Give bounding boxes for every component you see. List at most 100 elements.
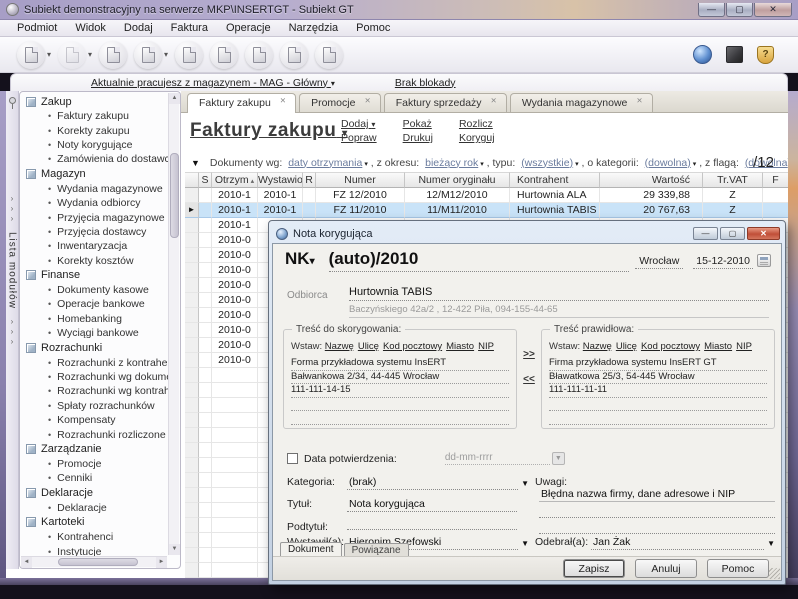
- correction-line[interactable]: 111-111-14-15: [291, 384, 509, 398]
- city-field[interactable]: Wrocław: [635, 255, 683, 269]
- column-header-numer[interactable]: Numer: [316, 172, 405, 188]
- chevron-down-icon[interactable]: ▾: [88, 50, 92, 59]
- pin-icon[interactable]: [9, 97, 16, 104]
- module-item-wyci-gi-bankowe[interactable]: •Wyciągi bankowe: [22, 326, 168, 340]
- module-item-faktury-zakupu[interactable]: •Faktury zakupu: [22, 109, 168, 123]
- dialog-title-bar[interactable]: Nota korygująca — ▢ ✕: [272, 224, 782, 243]
- uwagi-line[interactable]: [539, 522, 775, 534]
- module-item-rozrachunki-z-kontrahentami[interactable]: •Rozrachunki z kontrahentami: [22, 355, 168, 369]
- tab-faktury-sprzeda-y[interactable]: Faktury sprzedaży✕: [384, 93, 507, 112]
- column-header-r[interactable]: R: [303, 172, 316, 188]
- send-document-button[interactable]: [280, 41, 308, 69]
- edit-document-button[interactable]: [175, 41, 203, 69]
- action-koryguj[interactable]: Koryguj: [459, 132, 495, 144]
- anuluj-button[interactable]: Anuluj: [635, 559, 697, 578]
- date-field[interactable]: 15-12-2010: [693, 255, 753, 269]
- dialog-close-button[interactable]: ✕: [747, 227, 780, 240]
- calendar-button[interactable]: [757, 254, 771, 267]
- module-item-dokumenty-kasowe[interactable]: •Dokumenty kasowe: [22, 283, 168, 297]
- module-item-rozrachunki-rozliczone[interactable]: •Rozrachunki rozliczone: [22, 427, 168, 441]
- module-item-noty-koryguj-ce[interactable]: •Noty korygujące: [22, 138, 168, 152]
- module-item-operacje-bankowe[interactable]: •Operacje bankowe: [22, 297, 168, 311]
- insert-nazw[interactable]: Nazwę: [325, 341, 354, 352]
- scroll-left-icon[interactable]: ◄: [21, 557, 32, 568]
- tab-faktury-zakupu[interactable]: Faktury zakupu✕: [187, 93, 296, 113]
- module-zakup[interactable]: Zakup: [22, 94, 168, 109]
- menu-narz-dzia[interactable]: Narzędzia: [280, 21, 348, 35]
- confirm-date-checkbox[interactable]: [287, 453, 298, 464]
- column-header-kontrahent[interactable]: Kontrahent: [510, 172, 600, 188]
- menu-widok[interactable]: Widok: [66, 21, 115, 35]
- copy-left-button[interactable]: <<: [519, 374, 539, 385]
- column-header-s[interactable]: S: [199, 172, 212, 188]
- doc-type-dropdown[interactable]: NK▾: [285, 249, 315, 269]
- table-row[interactable]: ►2010-12010-1FZ 11/201011/M11/2010Hurtow…: [185, 203, 788, 218]
- module-item-inwentaryzacja[interactable]: •Inwentaryzacja: [22, 239, 168, 253]
- correction-line[interactable]: Bałwankowa 2/34, 44-445 Wrocław: [291, 371, 509, 385]
- module-rozrachunki[interactable]: Rozrachunki: [22, 340, 168, 355]
- insert-ulic[interactable]: Ulicę: [358, 341, 379, 352]
- zapisz-button[interactable]: Zapisz: [563, 559, 625, 578]
- recipient-name-field[interactable]: Hurtownia TABIS: [349, 286, 769, 301]
- module-item-zam-wienia-do-dostawc-w[interactable]: •Zamówienia do dostawców: [22, 152, 168, 166]
- action-popraw[interactable]: Popraw: [341, 132, 377, 144]
- tab-wydania-magazynowe[interactable]: Wydania magazynowe✕: [510, 93, 653, 112]
- shield-question-icon[interactable]: ?: [757, 46, 774, 64]
- module-item-rozrachunki-wg-dokument-w[interactable]: •Rozrachunki wg dokumentów: [22, 370, 168, 384]
- chevron-down-icon[interactable]: ▼: [521, 539, 529, 548]
- filter-typ[interactable]: (wszystkie): [521, 157, 573, 169]
- module-list-strip[interactable]: ››› Lista modułów ›››: [6, 91, 19, 569]
- chevron-down-icon[interactable]: ▼: [767, 539, 775, 548]
- insert-ulic[interactable]: Ulicę: [616, 341, 637, 352]
- podtytul-input[interactable]: [347, 518, 517, 530]
- menu-faktura[interactable]: Faktura: [162, 21, 217, 35]
- filter-sortowanie[interactable]: daty otrzymania: [288, 157, 362, 169]
- resize-grip[interactable]: [769, 568, 780, 579]
- column-header-f[interactable]: F: [763, 172, 788, 188]
- insert-miasto[interactable]: Miasto: [704, 341, 732, 352]
- insert-miasto[interactable]: Miasto: [446, 341, 474, 352]
- action-dodaj[interactable]: Dodaj ▾: [341, 118, 377, 130]
- title-bar[interactable]: Subiekt demonstracyjny na serwerze MKP\I…: [0, 0, 798, 20]
- clipboard-document-button[interactable]: [99, 41, 127, 69]
- workspace-link[interactable]: Aktualnie pracujesz z magazynem - MAG - …: [91, 77, 335, 89]
- correction-line[interactable]: [549, 411, 767, 425]
- scrollbar-thumb[interactable]: [170, 153, 179, 238]
- correction-line[interactable]: [291, 411, 509, 425]
- module-kartoteki[interactable]: Kartoteki: [22, 515, 168, 530]
- module-item-korekty-zakupu[interactable]: •Korekty zakupu: [22, 123, 168, 137]
- module-deklaracje[interactable]: Deklaracje: [22, 486, 168, 501]
- module-item-instytucje[interactable]: •Instytucje: [22, 544, 168, 556]
- module-item-kontrahenci[interactable]: •Kontrahenci: [22, 530, 168, 544]
- dialog-maximize-button[interactable]: ▢: [720, 227, 745, 240]
- insert-nip[interactable]: NIP: [478, 341, 494, 352]
- module-item-cenniki[interactable]: •Cenniki: [22, 471, 168, 485]
- dialog-tab-dokument[interactable]: Dokument: [280, 542, 342, 557]
- filter-expand-icon[interactable]: ▼: [191, 158, 200, 168]
- open-document-button[interactable]: [58, 41, 86, 69]
- blank-page-button[interactable]: [134, 41, 162, 69]
- module-item-kompensaty[interactable]: •Kompensaty: [22, 413, 168, 427]
- module-item-przyj-cia-magazynowe[interactable]: •Przyjęcia magazynowe: [22, 210, 168, 224]
- module-item-rozrachunki-wg-kontrahent-w[interactable]: •Rozrachunki wg kontrahentów: [22, 384, 168, 398]
- module-item-wydania-magazynowe[interactable]: •Wydania magazynowe: [22, 182, 168, 196]
- insert-nazw[interactable]: Nazwę: [583, 341, 612, 352]
- chevron-down-icon[interactable]: ▼: [521, 479, 529, 488]
- menu-dodaj[interactable]: Dodaj: [115, 21, 162, 35]
- grab-document-button[interactable]: [315, 41, 343, 69]
- menu-podmiot[interactable]: Podmiot: [8, 21, 66, 35]
- scroll-right-icon[interactable]: ►: [156, 557, 167, 568]
- close-button[interactable]: ✕: [754, 3, 792, 17]
- insert-nip[interactable]: NIP: [736, 341, 752, 352]
- scrollbar-thumb[interactable]: [58, 558, 138, 566]
- correction-line[interactable]: Bławatkowa 25/3, 54-445 Wrocław: [549, 371, 767, 385]
- uwagi-input[interactable]: Błędna nazwa firmy, dane adresowe i NIP: [539, 488, 775, 502]
- correction-line[interactable]: [549, 398, 767, 412]
- tytul-input[interactable]: Nota korygująca: [347, 498, 517, 512]
- filter-kategoria[interactable]: (dowolna): [645, 157, 691, 169]
- print-document-button[interactable]: [245, 41, 273, 69]
- correction-line[interactable]: 111-111-11-11: [549, 384, 767, 398]
- correction-line[interactable]: Firma przykładowa systemu InsERT GT: [549, 357, 767, 371]
- sidebar-horizontal-scrollbar[interactable]: ◄ ►: [21, 556, 167, 567]
- dialog-minimize-button[interactable]: —: [693, 227, 718, 240]
